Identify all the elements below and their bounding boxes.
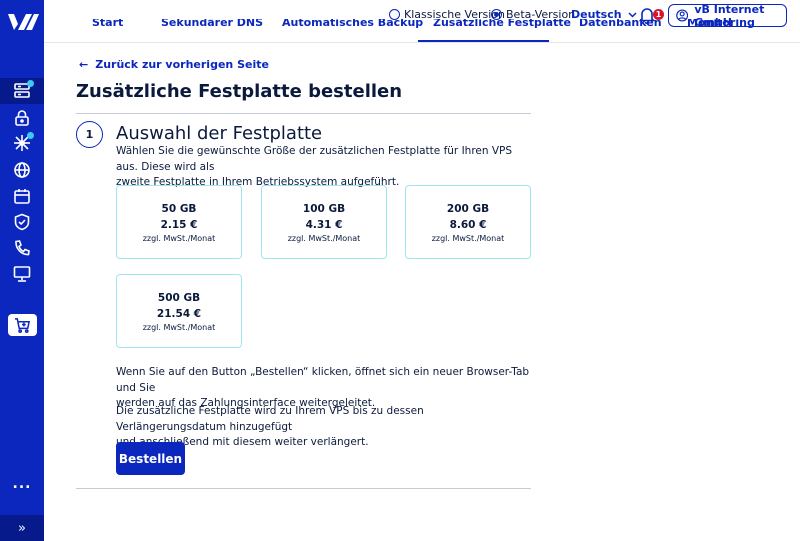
disk-option-100gb[interactable]: 100 GB 4.31 € zzgl. MwSt./Monat <box>261 185 387 259</box>
account-button[interactable]: vB Internet GmbH <box>668 2 787 29</box>
language-selector[interactable]: Deutsch <box>571 8 637 21</box>
language-label: Deutsch <box>571 8 622 21</box>
order-info-line-1: Wenn Sie auf den Button „Bestellen“ klic… <box>116 366 530 394</box>
disk-price: 21.54 € <box>156 308 202 320</box>
intro-text: Wählen Sie die gewünschte Größe der zusä… <box>116 144 536 191</box>
active-tab-indicator <box>418 40 549 42</box>
disk-tax-note: zzgl. MwSt./Monat <box>142 234 216 243</box>
globe-icon <box>14 162 30 178</box>
sidebar-item-shield[interactable] <box>0 209 44 235</box>
sidebar-item-cart[interactable] <box>8 314 37 336</box>
sidebar-more-button[interactable]: ... <box>0 476 44 496</box>
disk-size: 200 GB <box>446 203 490 215</box>
sidebar-item-security[interactable] <box>0 105 44 131</box>
disk-tax-note: zzgl. MwSt./Monat <box>142 323 216 332</box>
cart-icon <box>14 317 31 333</box>
divider <box>76 113 531 114</box>
page-title: Zusätzliche Festplatte bestellen <box>76 81 403 102</box>
disk-price: 8.60 € <box>449 219 487 231</box>
disk-size: 500 GB <box>157 292 201 304</box>
sidebar-item-network[interactable] <box>0 130 44 156</box>
disk-tax-note: zzgl. MwSt./Monat <box>431 234 505 243</box>
sidebar: ... » <box>0 0 44 541</box>
sidebar-item-monitor[interactable] <box>0 261 44 287</box>
step-number: 1 <box>76 121 103 148</box>
back-link-label: Zurück zur vorherigen Seite <box>95 58 269 71</box>
calendar-icon <box>14 189 30 204</box>
lock-icon <box>15 110 29 126</box>
disk-option-50gb[interactable]: 50 GB 2.15 € zzgl. MwSt./Monat <box>116 185 242 259</box>
back-link[interactable]: ← Zurück zur vorherigen Seite <box>79 58 269 71</box>
renewal-info-line-1: Die zusätzliche Festplatte wird zu Ihrem… <box>116 405 424 433</box>
sidebar-network-indicator <box>27 132 34 139</box>
sidebar-item-telephony[interactable] <box>0 235 44 261</box>
beta-version-option[interactable]: Beta-Version <box>491 8 575 21</box>
sidebar-item-web[interactable] <box>0 157 44 183</box>
sidebar-expand-button[interactable]: » <box>0 515 44 541</box>
disk-tax-note: zzgl. MwSt./Monat <box>287 234 361 243</box>
expand-icon: » <box>18 520 26 536</box>
account-name: vB Internet GmbH <box>694 2 765 29</box>
classic-version-label: Klassische Version <box>404 8 505 21</box>
intro-line-1: Wählen Sie die gewünschte Größe der zusä… <box>116 145 513 173</box>
beta-version-label: Beta-Version <box>506 8 576 21</box>
notification-badge: 1 <box>653 9 664 20</box>
classic-version-radio[interactable] <box>389 9 400 20</box>
disk-option-500gb[interactable]: 500 GB 21.54 € zzgl. MwSt./Monat <box>116 274 242 348</box>
disk-size: 50 GB <box>161 203 197 215</box>
ovh-logo[interactable] <box>6 12 40 34</box>
chevron-down-icon <box>628 11 637 18</box>
bottom-divider <box>76 488 531 489</box>
top-bar: Klassische Version Beta-Version Deutsch … <box>44 0 800 30</box>
phone-icon <box>15 240 30 256</box>
beta-version-radio[interactable] <box>491 9 502 20</box>
user-icon <box>676 9 689 22</box>
monitor-icon <box>13 266 31 282</box>
classic-version-option[interactable]: Klassische Version <box>389 8 505 21</box>
sidebar-item-server[interactable] <box>0 78 44 104</box>
disk-price: 4.31 € <box>305 219 343 231</box>
disk-price: 2.15 € <box>160 219 198 231</box>
arrow-left-icon: ← <box>79 58 89 71</box>
section-title: Auswahl der Festplatte <box>116 123 323 144</box>
disk-size: 100 GB <box>302 203 346 215</box>
sidebar-item-calendar[interactable] <box>0 183 44 209</box>
sidebar-server-indicator <box>27 80 34 87</box>
disk-option-200gb[interactable]: 200 GB 8.60 € zzgl. MwSt./Monat <box>405 185 531 259</box>
order-button[interactable]: Bestellen <box>116 442 185 475</box>
shield-icon <box>14 213 30 231</box>
